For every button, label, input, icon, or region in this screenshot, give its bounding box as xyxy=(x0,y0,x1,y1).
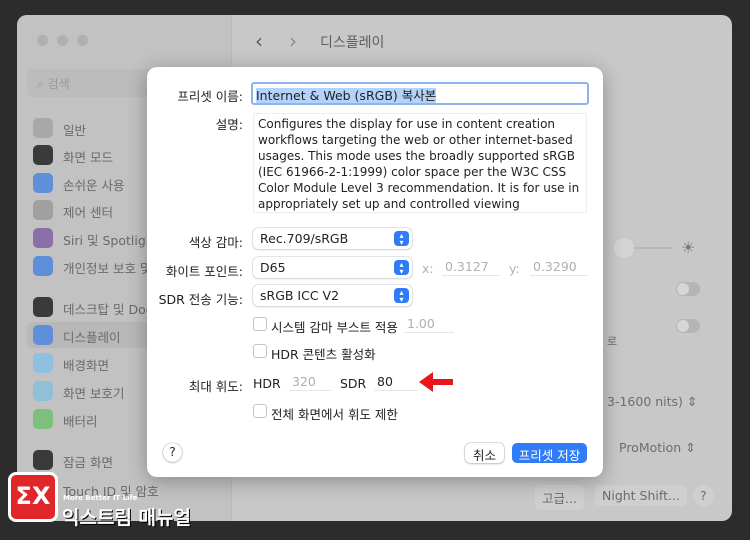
back-button[interactable]: ‹ xyxy=(255,29,263,53)
partial-label: 로 xyxy=(607,335,618,348)
sdr-label: SDR xyxy=(340,376,367,391)
hdr-luminance-input[interactable]: 320 xyxy=(289,373,331,391)
x-label: x: xyxy=(422,261,434,276)
sidebar-item-icon xyxy=(33,118,53,138)
sidebar-item-icon xyxy=(33,325,53,345)
refresh-rate-select[interactable]: ProMotion ⇕ xyxy=(619,440,696,455)
night-shift-button[interactable]: Night Shift... xyxy=(595,485,687,506)
gamut-label: 색상 감마: xyxy=(188,235,243,250)
limit-luminance-checkbox[interactable] xyxy=(253,404,267,418)
sidebar-item-icon xyxy=(33,145,53,165)
save-preset-button[interactable]: 프리셋 저장 xyxy=(512,443,587,463)
watermark-name: 익스트림 매뉴얼 xyxy=(62,507,191,529)
sdr-luminance-input[interactable]: 80 xyxy=(374,373,418,391)
sidebar-item-icon xyxy=(33,200,53,220)
gamma-boost-label: 시스템 감마 부스트 적용 xyxy=(271,320,398,335)
page-title: 디스플레이 xyxy=(320,35,385,51)
minimize-button[interactable] xyxy=(57,35,68,46)
red-arrow-annotation xyxy=(419,372,453,392)
gamma-boost-checkbox[interactable] xyxy=(253,317,267,331)
close-button[interactable] xyxy=(37,35,48,46)
sidebar-item-icon xyxy=(33,297,53,317)
sidebar-item-icon xyxy=(33,353,53,373)
gamut-select[interactable]: Rec.709/sRGB ▴ ▾ xyxy=(253,228,412,249)
help-button[interactable]: ? xyxy=(163,443,182,462)
hdr-enable-label: HDR 콘텐츠 활성화 xyxy=(271,347,376,362)
toggle-1[interactable] xyxy=(676,282,700,296)
description-textarea[interactable]: Configures the display for use in conten… xyxy=(253,113,587,213)
x-input[interactable]: 0.3127 xyxy=(442,258,500,276)
sidebar-item-icon xyxy=(33,228,53,248)
chevron-updown-icon: ▴ ▾ xyxy=(394,260,409,276)
preset-dialog: 프리셋 이름: Internet & Web (sRGB) 복사본 설명: Co… xyxy=(147,67,603,477)
gamma-boost-input[interactable]: 1.00 xyxy=(404,315,454,333)
toggle-2[interactable] xyxy=(676,319,700,333)
y-input[interactable]: 0.3290 xyxy=(530,258,588,276)
max-luminance-label: 최대 휘도: xyxy=(188,379,243,394)
help-button-bg[interactable]: ? xyxy=(693,485,714,506)
sidebar-item-icon xyxy=(33,256,53,276)
sidebar-item-icon xyxy=(33,409,53,429)
limit-luminance-label: 전체 화면에서 휘도 제한 xyxy=(271,407,398,422)
cancel-button[interactable]: 취소 xyxy=(465,443,504,463)
preset-select[interactable]: 3-1600 nits) ⇕ xyxy=(607,394,697,409)
watermark-logo: ΣX xyxy=(8,472,58,522)
chevron-updown-icon: ▴ ▾ xyxy=(394,288,409,304)
white-point-label: 화이트 포인트: xyxy=(165,264,243,279)
sidebar-item-icon xyxy=(33,173,53,193)
watermark-tagline: More Better IT Life xyxy=(63,494,138,502)
white-point-select[interactable]: D65 ▴ ▾ xyxy=(253,257,412,278)
y-label: y: xyxy=(509,261,520,276)
preset-name-input[interactable]: Internet & Web (sRGB) 복사본 xyxy=(251,82,589,105)
desc-label: 설명: xyxy=(215,117,243,132)
advanced-button[interactable]: 고급... xyxy=(535,485,584,510)
name-label: 프리셋 이름: xyxy=(177,89,243,104)
hdr-label: HDR xyxy=(253,376,281,391)
forward-button[interactable]: › xyxy=(289,29,297,53)
brightness-slider-thumb[interactable] xyxy=(614,238,634,258)
search-icon: ⌕ xyxy=(37,77,48,91)
chevron-updown-icon: ▴ ▾ xyxy=(394,231,409,247)
sidebar-item-icon xyxy=(33,381,53,401)
sdr-transfer-label: SDR 전송 기능: xyxy=(158,292,243,307)
sdr-transfer-select[interactable]: sRGB ICC V2 ▴ ▾ xyxy=(253,285,412,306)
hdr-enable-checkbox[interactable] xyxy=(253,344,267,358)
sidebar-item-icon xyxy=(33,450,53,470)
sun-icon: ☀ xyxy=(681,238,696,257)
zoom-button[interactable] xyxy=(77,35,88,46)
